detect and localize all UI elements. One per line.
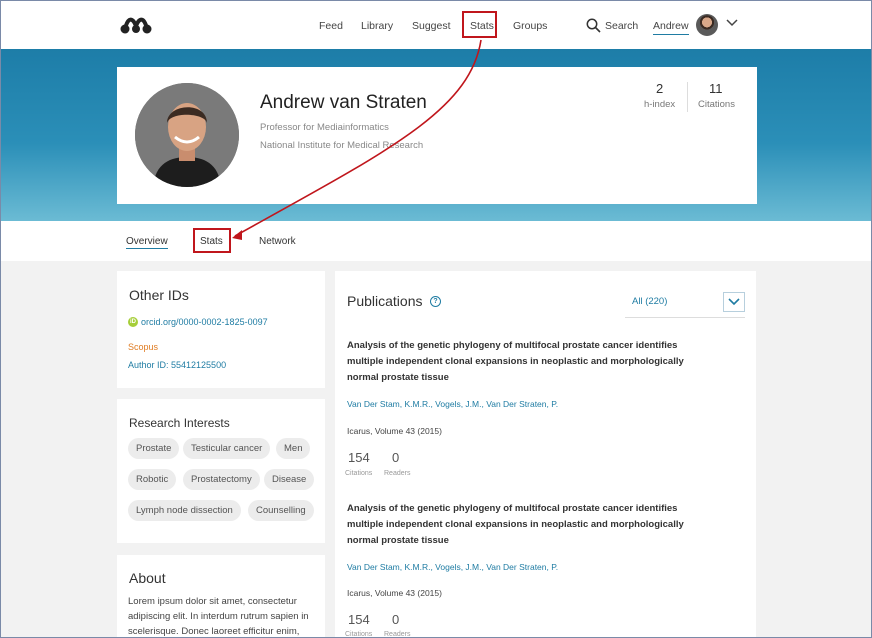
- publication-authors[interactable]: Van Der Stam, K.M.R., Vogels, J.M., Van …: [347, 562, 558, 572]
- publications-heading: Publications: [347, 293, 423, 309]
- user-name-link[interactable]: Andrew: [653, 20, 689, 35]
- orcid-link[interactable]: orcid.org/0000-0002-1825-0097: [141, 317, 268, 327]
- interest-tag[interactable]: Disease: [264, 469, 315, 490]
- h-index-label: h-index: [644, 99, 676, 110]
- publication-title[interactable]: Analysis of the genetic phylogeny of mul…: [347, 501, 687, 549]
- about-heading: About: [129, 570, 166, 586]
- filter-dropdown-button[interactable]: [723, 292, 745, 312]
- citations-label: Citations: [345, 631, 373, 638]
- citations-count: 154: [348, 450, 370, 465]
- readers-count: 0: [392, 450, 400, 465]
- stats-tab-highlight-box: [193, 228, 231, 253]
- profile-title: Professor for Mediainformatics: [260, 122, 389, 133]
- h-index-value: 2: [656, 81, 664, 96]
- publications-filter-value[interactable]: All (220): [632, 296, 667, 307]
- citations-label: Citations: [698, 99, 735, 110]
- readers-label: Readers: [384, 631, 411, 638]
- nav-library[interactable]: Library: [361, 20, 393, 32]
- publication-title[interactable]: Analysis of the genetic phylogeny of mul…: [347, 338, 687, 386]
- user-avatar[interactable]: [696, 14, 718, 36]
- chevron-down-icon: [728, 298, 740, 306]
- interest-tag[interactable]: Testicular cancer: [183, 438, 271, 459]
- profile-name: Andrew van Straten: [260, 92, 427, 113]
- interest-tag[interactable]: Robotic: [128, 469, 177, 490]
- nav-feed[interactable]: Feed: [319, 20, 343, 32]
- scopus-label: Scopus: [128, 342, 159, 352]
- search-button[interactable]: Search: [605, 20, 638, 32]
- metric-divider: [687, 82, 688, 112]
- tab-overview[interactable]: Overview: [126, 236, 168, 249]
- interest-tag[interactable]: Men: [276, 438, 311, 459]
- interest-tag[interactable]: Lymph node dissection: [128, 500, 241, 521]
- citations-count: 154: [348, 612, 370, 627]
- readers-count: 0: [392, 612, 400, 627]
- research-interests-heading: Research Interests: [129, 416, 230, 430]
- interest-tag[interactable]: Prostatectomy: [183, 469, 260, 490]
- chevron-down-icon[interactable]: [726, 18, 738, 28]
- mendeley-logo-icon[interactable]: [120, 14, 152, 36]
- profile-photo: [135, 83, 239, 187]
- interest-tag[interactable]: Prostate: [128, 438, 180, 459]
- nav-suggest[interactable]: Suggest: [412, 20, 451, 32]
- filter-underline: [625, 317, 745, 318]
- orcid-icon: iD: [128, 317, 138, 327]
- publication-journal: Icarus, Volume 43 (2015): [347, 588, 442, 598]
- nav-groups[interactable]: Groups: [513, 20, 547, 32]
- scopus-author-id-link[interactable]: Author ID: 55412125500: [128, 360, 226, 370]
- profile-institution: National Institute for Medical Research: [260, 140, 424, 151]
- stats-highlight-box: [462, 11, 497, 38]
- search-icon[interactable]: [586, 18, 601, 33]
- interest-tag[interactable]: Counselling: [248, 500, 314, 521]
- citations-value: 11: [709, 81, 723, 96]
- publication-authors[interactable]: Van Der Stam, K.M.R., Vogels, J.M., Van …: [347, 399, 558, 409]
- readers-label: Readers: [384, 470, 411, 477]
- other-ids-heading: Other IDs: [129, 287, 189, 303]
- about-text: Lorem ipsum dolor sit amet, consectetur …: [128, 596, 309, 637]
- help-icon[interactable]: ?: [430, 296, 441, 307]
- tab-network[interactable]: Network: [259, 236, 296, 247]
- publication-journal: Icarus, Volume 43 (2015): [347, 426, 442, 436]
- citations-label: Citations: [345, 470, 373, 477]
